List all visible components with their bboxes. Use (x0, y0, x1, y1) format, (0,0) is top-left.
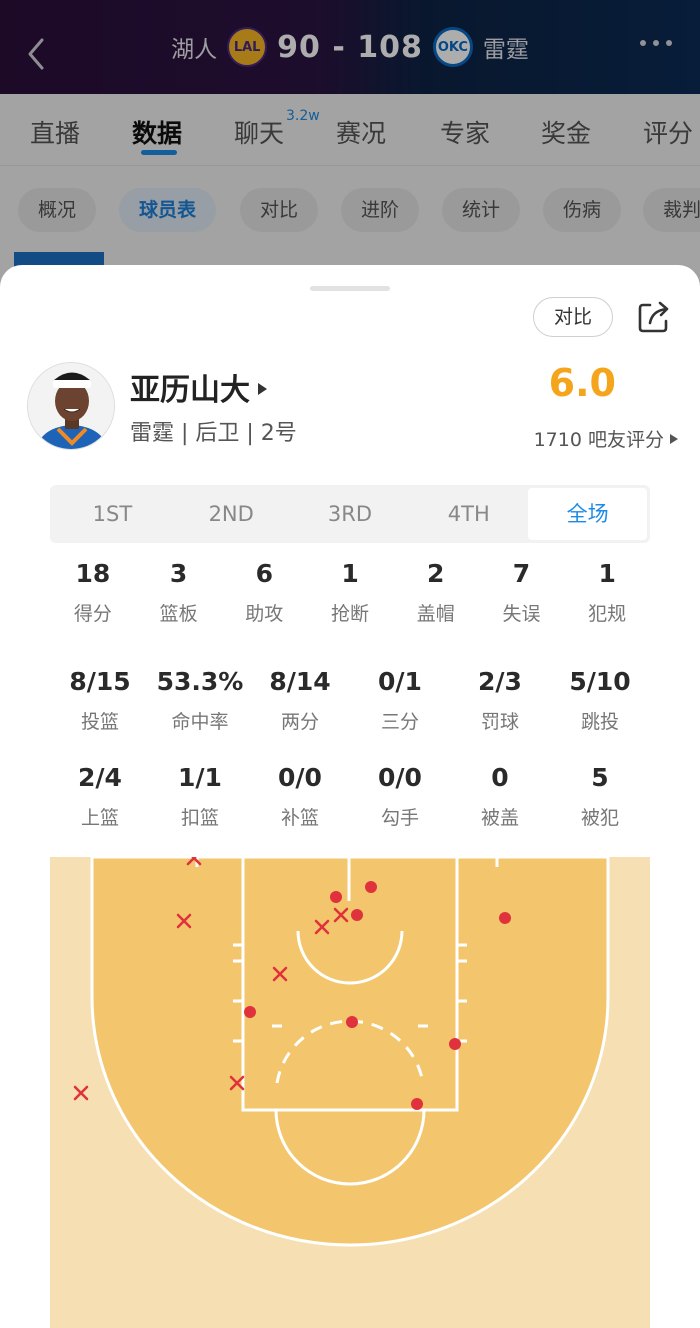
stat-label: 被犯 (580, 807, 619, 829)
stat-value: 8/15 (69, 667, 131, 696)
stat-label: 勾手 (380, 807, 419, 829)
stat-label: 被盖 (480, 807, 519, 829)
rating-count-link[interactable]: 1710 吧友评分 (534, 425, 678, 452)
stat-value: 2/3 (478, 667, 522, 696)
stat-label: 三分 (380, 711, 419, 733)
stat-value: 3 (169, 559, 188, 588)
stat-blocks: 2 盖帽 (393, 559, 479, 626)
stat-label: 扣篮 (180, 807, 219, 829)
stat-label: 盖帽 (416, 603, 455, 625)
stat-value: 5 (591, 763, 609, 792)
stat-value: 7 (512, 559, 531, 588)
stat-label: 两分 (280, 711, 319, 733)
made-shot-marker (244, 1006, 256, 1018)
player-rating: 6.0 (548, 361, 616, 405)
made-shot-marker (351, 909, 363, 921)
period-tab-4th[interactable]: 4TH (409, 488, 528, 540)
stat-three-pointers: 0/1 三分 (350, 667, 450, 734)
made-shot-marker (365, 881, 377, 893)
stat-value: 1 (341, 559, 359, 588)
period-tab-1st[interactable]: 1ST (53, 488, 172, 540)
stat-value: 0/0 (378, 763, 422, 792)
caret-right-icon (258, 383, 267, 395)
stat-label: 抢断 (331, 603, 370, 625)
stat-value: 2 (427, 559, 445, 588)
stat-label: 命中率 (171, 711, 229, 733)
stat-value: 18 (75, 559, 111, 588)
stat-label: 助攻 (245, 603, 284, 625)
stat-label: 得分 (73, 603, 112, 625)
made-shot-marker (346, 1016, 358, 1028)
period-tab-full-game[interactable]: 全场 (528, 488, 647, 540)
stat-label: 补篮 (280, 807, 319, 829)
caret-right-icon (670, 433, 678, 444)
stat-free-throws: 2/3 罚球 (450, 667, 550, 734)
stat-label: 失误 (502, 603, 541, 625)
period-tab-3rd[interactable]: 3RD (291, 488, 410, 540)
stat-label: 跳投 (580, 711, 619, 733)
stat-layups: 2/4 上篮 (50, 763, 150, 830)
shooting-stats-row: 8/15 投篮 53.3% 命中率 8/14 两分 0/1 三分 2/3 罚球 5/10 跳… (50, 667, 650, 734)
stat-value: 1/1 (178, 763, 222, 792)
stat-field-goals: 8/15 投篮 (50, 667, 150, 734)
stat-label: 犯规 (588, 603, 627, 625)
stat-value: 0/0 (278, 763, 322, 792)
stat-blocked: 0 被盖 (450, 763, 550, 830)
rating-count: 1710 吧友评分 (533, 429, 664, 451)
basic-stats-row: 18 得分 3 篮板 6 助攻 1 抢断 2 盖帽 7 失误 1 犯规 (50, 559, 650, 626)
shot-chart-court (50, 857, 650, 1328)
player-detail-sheet: 对比 亚历山大 雷霆 | 后卫 | 2号 6.0 1710 吧友评分 1ST 2… (0, 265, 700, 1328)
stat-rebounds: 3 篮板 (136, 559, 222, 626)
stat-fg-percentage: 53.3% 命中率 (150, 667, 250, 734)
made-shot-marker (499, 912, 511, 924)
stat-turnovers: 7 失误 (479, 559, 565, 626)
stat-label: 上篮 (80, 807, 119, 829)
player-name-row[interactable]: 亚历山大 (130, 365, 267, 409)
stat-assists: 6 助攻 (221, 559, 307, 626)
stat-hook-shots: 0/0 勾手 (350, 763, 450, 830)
stat-value: 5/10 (569, 667, 631, 696)
player-team-position: 雷霆 | 后卫 | 2号 (130, 421, 297, 446)
player-avatar[interactable] (27, 362, 115, 450)
stat-steals: 1 抢断 (307, 559, 393, 626)
sheet-grab-handle[interactable] (310, 286, 390, 291)
made-shot-marker (449, 1038, 461, 1050)
period-tabs: 1ST 2ND 3RD 4TH 全场 (50, 485, 650, 543)
stat-value: 0 (491, 763, 509, 792)
player-photo-icon (28, 363, 114, 449)
stat-jump-shots: 5/10 跳投 (550, 667, 650, 734)
stat-label: 投篮 (80, 711, 119, 733)
stat-dunks: 1/1 扣篮 (150, 763, 250, 830)
stat-value: 2/4 (78, 763, 122, 792)
stat-fouls: 1 犯规 (564, 559, 650, 626)
stat-value: 0/1 (378, 667, 422, 696)
period-tab-2nd[interactable]: 2ND (172, 488, 291, 540)
stat-label: 罚球 (480, 711, 519, 733)
stat-two-pointers: 8/14 两分 (250, 667, 350, 734)
made-shot-marker (411, 1098, 423, 1110)
stat-putbacks: 0/0 补篮 (250, 763, 350, 830)
stat-points: 18 得分 (50, 559, 136, 626)
stat-label: 篮板 (159, 603, 198, 625)
stat-value: 6 (255, 559, 273, 588)
stat-fouls-drawn: 5 被犯 (550, 763, 650, 830)
stat-value: 8/14 (269, 667, 331, 696)
made-shot-marker (330, 891, 342, 903)
stat-value: 53.3% (156, 667, 244, 696)
compare-button[interactable]: 对比 (533, 297, 613, 337)
share-icon[interactable] (636, 299, 672, 335)
player-name: 亚历山大 (130, 373, 250, 408)
stat-value: 1 (598, 559, 616, 588)
shot-type-stats-row: 2/4 上篮 1/1 扣篮 0/0 补篮 0/0 勾手 0 被盖 5 被犯 (50, 763, 650, 830)
